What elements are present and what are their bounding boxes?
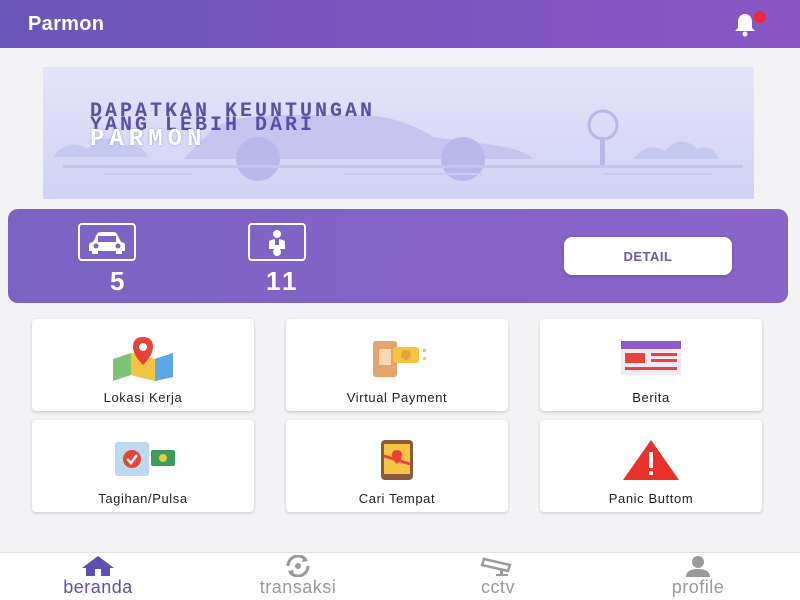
nav-cctv[interactable]: cctv	[418, 555, 578, 598]
menu-berita[interactable]: Berita	[540, 319, 762, 411]
car-count: 5	[110, 266, 128, 296]
motorcycle-count: 11	[266, 266, 300, 296]
nav-transaksi[interactable]: transaksi	[218, 555, 378, 598]
motorcycle-icon	[248, 223, 306, 261]
refresh-money-icon	[286, 555, 310, 577]
bill-phone-icon	[103, 436, 183, 482]
bottom-navigation: beranda transaksi cctv profile	[0, 552, 800, 600]
news-icon	[611, 335, 691, 381]
menu-label: Lokasi Kerja	[103, 390, 183, 405]
menu-cari-tempat[interactable]: Cari Tempat	[286, 420, 508, 512]
nav-label: profile	[671, 577, 725, 597]
menu-tagihan-pulsa[interactable]: Tagihan/Pulsa	[32, 420, 254, 512]
nav-profile[interactable]: profile	[618, 555, 778, 598]
payment-card-icon	[357, 335, 437, 381]
find-place-icon	[357, 436, 437, 482]
notification-bell-icon[interactable]	[730, 9, 766, 39]
menu-label: Panic Buttom	[608, 491, 694, 506]
map-pin-icon	[103, 335, 183, 381]
menu-label: Berita	[632, 390, 670, 405]
warning-icon	[611, 436, 691, 482]
banner-brand: PARMON	[90, 126, 207, 153]
notification-dot	[754, 11, 766, 23]
menu-label: Cari Tempat	[358, 491, 436, 506]
car-icon	[78, 223, 136, 261]
nav-label: beranda	[63, 577, 133, 597]
menu-lokasi-kerja[interactable]: Lokasi Kerja	[32, 319, 254, 411]
detail-button[interactable]: DETAIL	[564, 237, 732, 275]
menu-panic-button[interactable]: Panic Buttom	[540, 420, 762, 512]
app-title: Parmon	[28, 12, 105, 35]
app-bar: Parmon	[0, 0, 800, 48]
home-icon	[82, 556, 114, 576]
menu-label: Virtual Payment	[346, 390, 448, 405]
person-icon	[686, 556, 710, 577]
nav-label: cctv	[480, 577, 515, 597]
cctv-icon	[480, 557, 512, 576]
nav-beranda[interactable]: beranda	[18, 555, 178, 598]
nav-label: transaksi	[259, 577, 337, 597]
menu-label: Tagihan/Pulsa	[98, 491, 188, 506]
menu-virtual-payment[interactable]: Virtual Payment	[286, 319, 508, 411]
